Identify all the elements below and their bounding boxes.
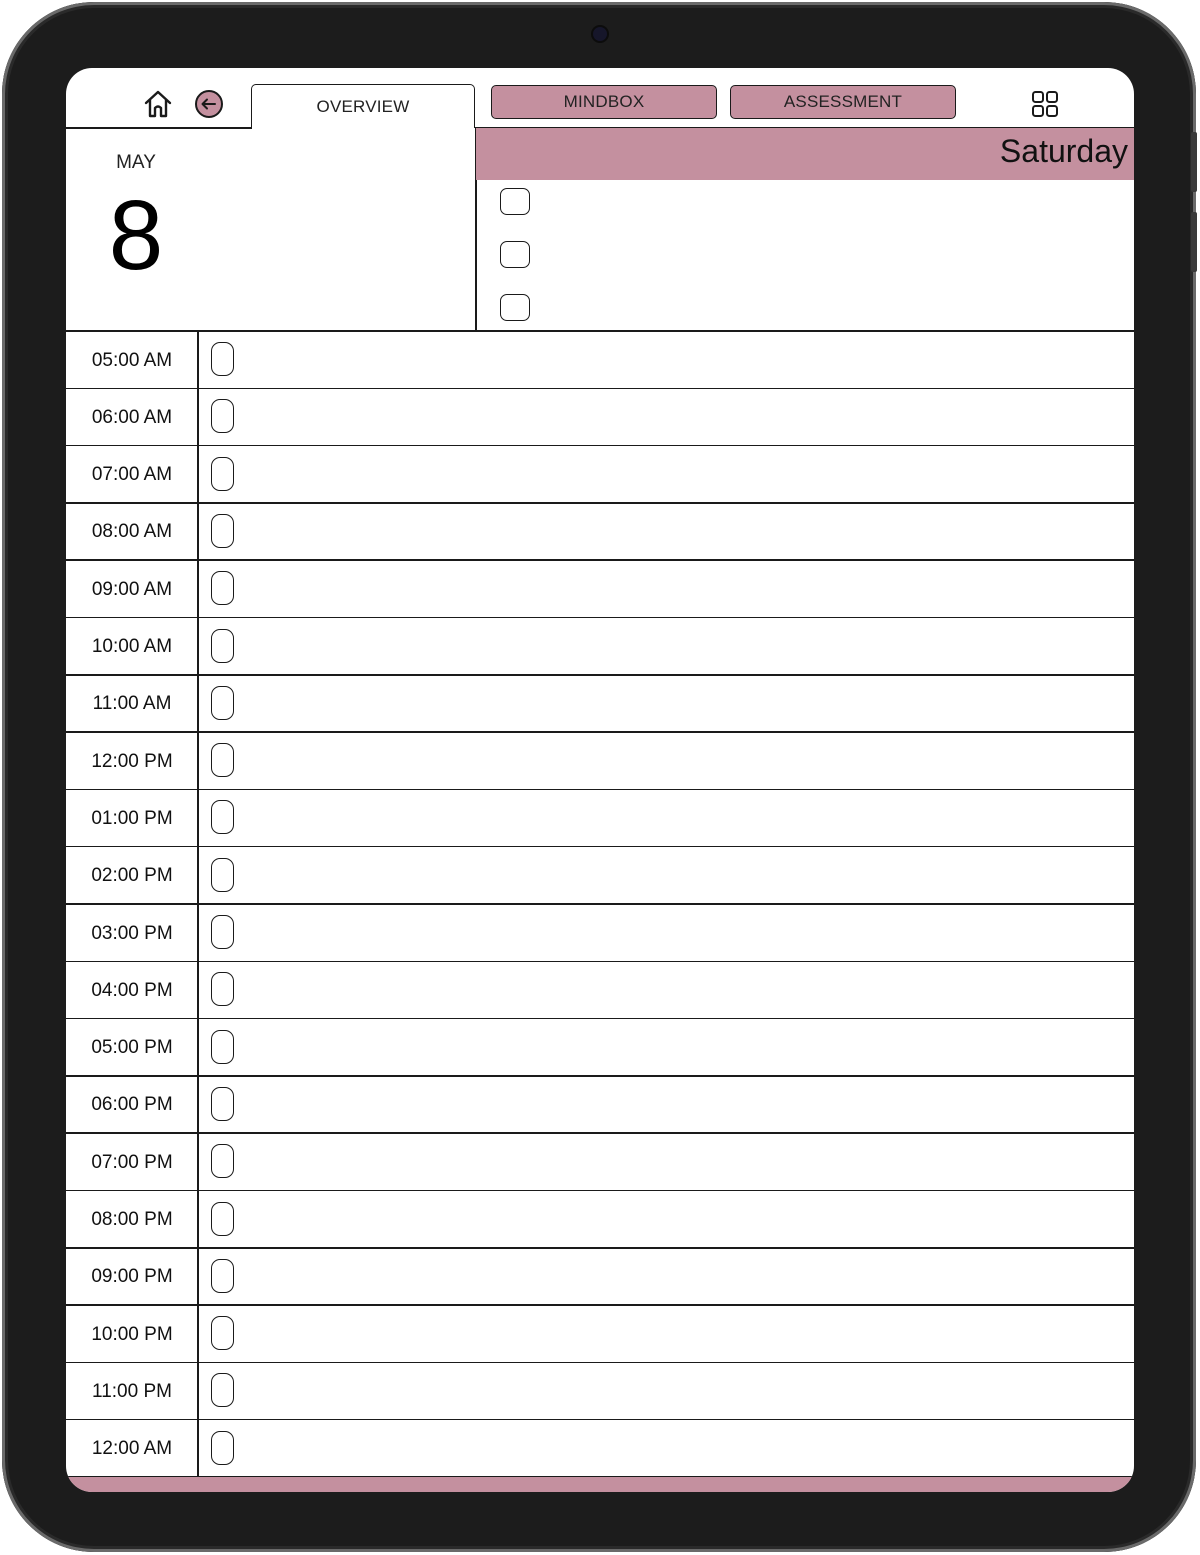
hour-checkbox[interactable] — [211, 1201, 234, 1236]
schedule-row[interactable]: 03:00 PM — [66, 905, 1134, 962]
hour-checkbox[interactable] — [211, 1373, 234, 1408]
header-divider-left — [66, 127, 252, 129]
time-label: 05:00 PM — [91, 1037, 173, 1059]
schedule-row[interactable]: 05:00 PM — [66, 1020, 1134, 1077]
schedule-row[interactable]: 04:00 PM — [66, 962, 1134, 1020]
tablet-frame: OVERVIEW MINDBOX ASSESSMENT MAY 8 Saturd… — [2, 2, 1197, 1552]
time-label: 06:00 AM — [91, 406, 173, 428]
weekday-banner: Saturday — [476, 128, 1134, 180]
schedule-row[interactable]: 01:00 PM — [66, 790, 1134, 848]
time-label: 11:00 PM — [92, 1380, 172, 1402]
time-label: 05:00 AM — [91, 349, 173, 371]
back-arrow-icon[interactable] — [194, 89, 224, 119]
time-label: 01:00 PM — [91, 807, 173, 829]
schedule-row[interactable]: 11:00 PM — [66, 1363, 1134, 1421]
time-label: 11:00 AM — [92, 693, 172, 715]
time-label: 12:00 PM — [91, 750, 173, 772]
schedule-row[interactable]: 08:00 PM — [66, 1192, 1134, 1249]
power-button — [1191, 132, 1197, 192]
schedule-row[interactable]: 10:00 PM — [66, 1306, 1134, 1364]
time-label: 08:00 AM — [91, 521, 173, 543]
volume-button — [1191, 212, 1197, 272]
time-label: 04:00 PM — [91, 979, 173, 1001]
weekday-label: Saturday — [999, 133, 1128, 169]
hour-checkbox[interactable] — [211, 628, 234, 663]
time-label: 06:00 PM — [91, 1094, 173, 1116]
priority-checkbox[interactable] — [500, 294, 530, 321]
time-column-divider — [197, 331, 199, 1477]
tab-overview[interactable]: OVERVIEW — [251, 84, 475, 128]
front-camera — [593, 27, 607, 41]
schedule-row[interactable]: 09:00 PM — [66, 1249, 1134, 1306]
planner-screen: OVERVIEW MINDBOX ASSESSMENT MAY 8 Saturd… — [66, 68, 1134, 1492]
hour-checkbox[interactable] — [211, 342, 234, 376]
priority-checkbox[interactable] — [500, 188, 530, 215]
schedule-row[interactable]: 02:00 PM — [66, 848, 1134, 905]
schedule-row[interactable]: 10:00 AM — [66, 619, 1134, 676]
time-label: 12:00 AM — [91, 1438, 173, 1460]
hour-checkbox[interactable] — [211, 456, 234, 491]
hour-checkbox[interactable] — [211, 1316, 234, 1351]
schedule-row[interactable]: 07:00 AM — [66, 447, 1134, 504]
grid-menu-icon[interactable] — [1030, 89, 1060, 119]
time-label: 08:00 PM — [91, 1209, 173, 1230]
hour-checkbox[interactable] — [211, 972, 234, 1007]
time-label: 09:00 PM — [91, 1266, 173, 1288]
schedule-row[interactable]: 12:00 PM — [66, 733, 1134, 791]
hour-checkbox[interactable] — [211, 800, 234, 835]
time-label: 10:00 AM — [91, 636, 173, 657]
schedule-row[interactable]: 11:00 AM — [66, 676, 1134, 733]
hour-checkbox[interactable] — [211, 1430, 234, 1465]
priority-checkbox[interactable] — [500, 241, 530, 268]
schedule-row[interactable]: 07:00 PM — [66, 1134, 1134, 1192]
schedule-row[interactable]: 09:00 AM — [66, 561, 1134, 619]
hour-checkbox[interactable] — [211, 1029, 234, 1064]
schedule-row[interactable]: 06:00 AM — [66, 389, 1134, 447]
hour-checkbox[interactable] — [211, 743, 234, 778]
hour-checkbox[interactable] — [211, 1086, 234, 1121]
hour-checkbox[interactable] — [211, 399, 234, 434]
time-label: 02:00 PM — [91, 865, 173, 887]
hour-checkbox[interactable] — [211, 915, 234, 949]
time-label: 03:00 PM — [91, 922, 173, 944]
hour-checkbox[interactable] — [211, 571, 234, 606]
hour-checkbox[interactable] — [211, 685, 234, 720]
home-icon[interactable] — [142, 88, 174, 120]
schedule-row[interactable]: 06:00 PM — [66, 1077, 1134, 1134]
month-label: MAY — [116, 152, 156, 173]
tab-mindbox[interactable]: MINDBOX — [491, 85, 717, 119]
hour-checkbox[interactable] — [211, 513, 234, 548]
schedule-row[interactable]: 05:00 AM — [66, 332, 1134, 389]
footer-accent-bar — [66, 1477, 1134, 1492]
time-label: 09:00 AM — [91, 578, 173, 600]
time-label: 07:00 PM — [91, 1151, 173, 1173]
time-label: 10:00 PM — [91, 1323, 173, 1345]
schedule-row[interactable]: 08:00 AM — [66, 504, 1134, 561]
hour-checkbox[interactable] — [211, 857, 234, 892]
time-label: 07:00 AM — [91, 464, 173, 486]
hour-checkbox[interactable] — [211, 1258, 234, 1293]
tab-assessment[interactable]: ASSESSMENT — [730, 85, 956, 119]
schedule-row[interactable]: 12:00 AM — [66, 1421, 1134, 1478]
day-number: 8 — [108, 180, 164, 290]
hour-checkbox[interactable] — [211, 1144, 234, 1179]
